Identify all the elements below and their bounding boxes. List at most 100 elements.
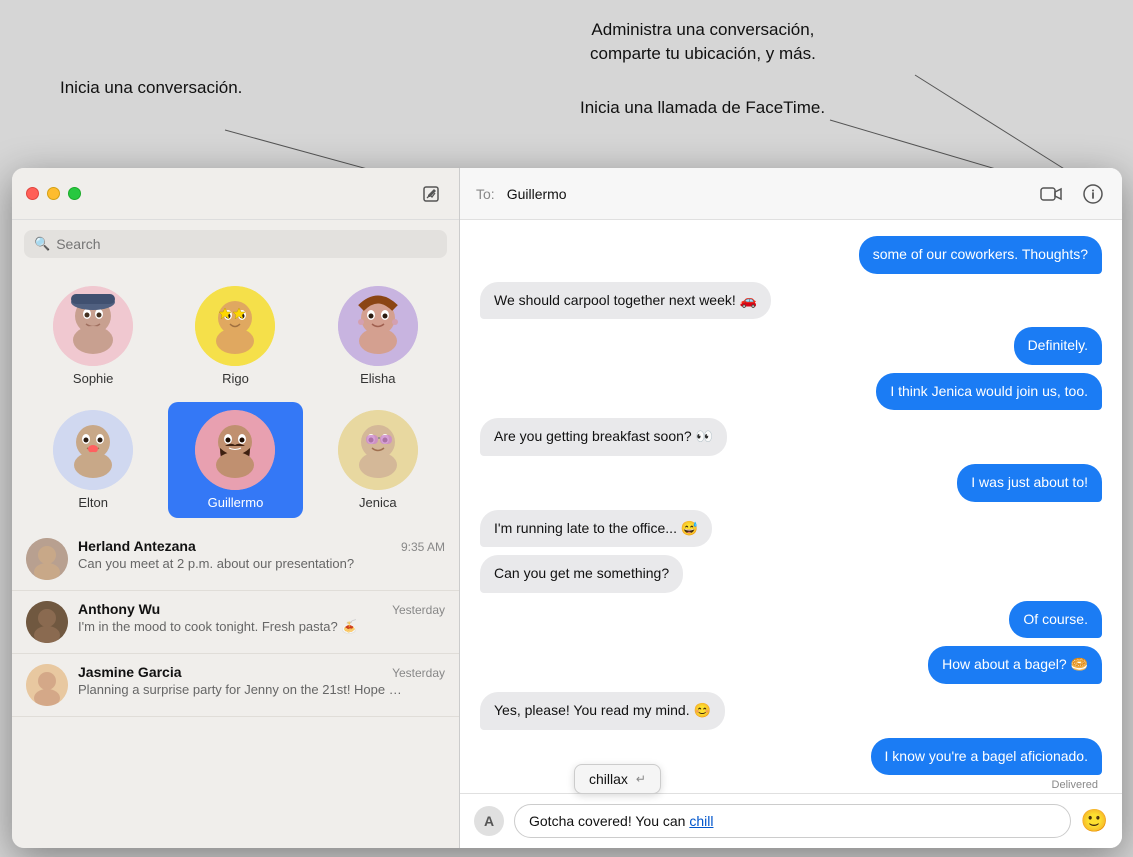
- convo-name-herland: Herland Antezana: [78, 538, 196, 554]
- autocomplete-arrow: ↵: [636, 772, 646, 786]
- convo-preview-anthony: I'm in the mood to cook tonight. Fresh p…: [78, 619, 408, 635]
- elton-memoji: [53, 410, 133, 490]
- contact-jenica[interactable]: Jenica: [311, 402, 445, 518]
- avatar-elton: [53, 410, 133, 490]
- rigo-memoji: [195, 286, 275, 366]
- sophie-memoji: [53, 286, 133, 366]
- convo-jasmine[interactable]: Jasmine Garcia Yesterday Planning a surp…: [12, 654, 459, 717]
- message-8: Can you get me something?: [480, 555, 1102, 593]
- anthony-avatar-img: [26, 601, 68, 643]
- message-2: We should carpool together next week! 🚗: [480, 282, 1102, 320]
- close-button[interactable]: [26, 187, 39, 200]
- chat-input-display[interactable]: Gotcha covered! You can chill: [514, 804, 1071, 838]
- convo-header-jasmine: Jasmine Garcia Yesterday: [78, 664, 445, 680]
- message-11: Yes, please! You read my mind. 😊: [480, 692, 1102, 730]
- chat-messages: some of our coworkers. Thoughts? We shou…: [460, 220, 1122, 793]
- avatar-sophie: [53, 286, 133, 366]
- avatar-rigo: [195, 286, 275, 366]
- emoji-icon: 🙂: [1081, 808, 1108, 833]
- search-icon: 🔍: [34, 236, 50, 252]
- facetime-button[interactable]: [1038, 181, 1064, 207]
- autocomplete-text: chillax: [589, 771, 628, 787]
- conversation-list: Herland Antezana 9:35 AM Can you meet at…: [12, 528, 459, 848]
- bubble-5: Are you getting breakfast soon? 👀: [480, 418, 727, 456]
- input-text-before: Gotcha covered! You can: [529, 813, 689, 829]
- bubble-4: I think Jenica would join us, too.: [876, 373, 1102, 411]
- right-panel: To: Guillermo: [460, 168, 1122, 848]
- chat-input-area: A Gotcha covered! You can chill chillax …: [460, 793, 1122, 848]
- contact-name-elton: Elton: [78, 495, 108, 510]
- contact-name-guillermo: Guillermo: [208, 495, 264, 510]
- contact-sophie[interactable]: Sophie: [26, 278, 160, 394]
- emoji-button[interactable]: 🙂: [1081, 808, 1108, 834]
- bubble-2: We should carpool together next week! 🚗: [480, 282, 771, 320]
- contact-name-elisha: Elisha: [360, 371, 395, 386]
- convo-content-herland: Herland Antezana 9:35 AM Can you meet at…: [78, 538, 445, 571]
- message-10: How about a bagel? 🥯: [480, 646, 1102, 684]
- message-5: Are you getting breakfast soon? 👀: [480, 418, 1102, 456]
- avatar-anthony: [26, 601, 68, 643]
- minimize-button[interactable]: [47, 187, 60, 200]
- message-6: I was just about to!: [480, 464, 1102, 502]
- to-label: To:: [476, 186, 495, 202]
- contact-name-jenica: Jenica: [359, 495, 397, 510]
- traffic-lights: [26, 187, 81, 200]
- avatar-jasmine: [26, 664, 68, 706]
- maximize-button[interactable]: [68, 187, 81, 200]
- convo-time-herland: 9:35 AM: [401, 540, 445, 554]
- annotation-right-mid: Inicia una llamada de FaceTime.: [580, 98, 825, 118]
- bubble-11: Yes, please! You read my mind. 😊: [480, 692, 725, 730]
- guillermo-memoji: [195, 410, 275, 490]
- message-4: I think Jenica would join us, too.: [480, 373, 1102, 411]
- video-icon: [1040, 186, 1062, 202]
- convo-anthony[interactable]: Anthony Wu Yesterday I'm in the mood to …: [12, 591, 459, 654]
- header-actions: [1038, 181, 1106, 207]
- annotation-right-top: Administra una conversación, comparte tu…: [590, 18, 816, 66]
- contact-name-sophie: Sophie: [73, 371, 113, 386]
- bubble-8: Can you get me something?: [480, 555, 683, 593]
- avatar-herland: [26, 538, 68, 580]
- input-text-highlighted: chill: [689, 813, 713, 829]
- contact-rigo[interactable]: Rigo: [168, 278, 302, 394]
- contact-guillermo[interactable]: Guillermo: [168, 402, 302, 518]
- herland-avatar-img: [26, 538, 68, 580]
- bubble-10: How about a bagel? 🥯: [928, 646, 1102, 684]
- search-input[interactable]: [56, 236, 437, 252]
- app-store-icon: A: [484, 813, 494, 829]
- message-7: I'm running late to the office... 😅: [480, 510, 1102, 548]
- bubble-3: Definitely.: [1014, 327, 1102, 365]
- compose-button[interactable]: [417, 180, 445, 208]
- jenica-memoji: [338, 410, 418, 490]
- jasmine-avatar-img: [26, 664, 68, 706]
- chat-input-wrapper: Gotcha covered! You can chill chillax ↵: [514, 804, 1071, 838]
- contact-elton[interactable]: Elton: [26, 402, 160, 518]
- convo-content-jasmine: Jasmine Garcia Yesterday Planning a surp…: [78, 664, 445, 697]
- compose-icon: [422, 185, 440, 203]
- convo-header-herland: Herland Antezana 9:35 AM: [78, 538, 445, 554]
- contact-elisha[interactable]: Elisha: [311, 278, 445, 394]
- convo-time-jasmine: Yesterday: [392, 666, 445, 680]
- info-icon: [1083, 184, 1103, 204]
- message-1: some of our coworkers. Thoughts?: [480, 236, 1102, 274]
- bubble-9: Of course.: [1009, 601, 1102, 639]
- convo-name-anthony: Anthony Wu: [78, 601, 160, 617]
- autocomplete-popup[interactable]: chillax ↵: [574, 764, 661, 794]
- convo-herland[interactable]: Herland Antezana 9:35 AM Can you meet at…: [12, 528, 459, 591]
- contact-name-rigo: Rigo: [222, 371, 249, 386]
- search-bar[interactable]: 🔍: [24, 230, 447, 258]
- avatar-jenica: [338, 410, 418, 490]
- info-button[interactable]: [1080, 181, 1106, 207]
- avatar-elisha: [338, 286, 418, 366]
- annotation-left: Inicia una conversación.: [60, 78, 242, 98]
- convo-content-anthony: Anthony Wu Yesterday I'm in the mood to …: [78, 601, 445, 635]
- contacts-grid: Sophie: [12, 268, 459, 528]
- left-panel: 🔍: [12, 168, 460, 848]
- avatar-guillermo: [195, 410, 275, 490]
- chat-header: To: Guillermo: [460, 168, 1122, 220]
- messages-window: 🔍: [12, 168, 1122, 848]
- bubble-7: I'm running late to the office... 😅: [480, 510, 712, 548]
- app-store-button[interactable]: A: [474, 806, 504, 836]
- bubble-6: I was just about to!: [957, 464, 1102, 502]
- convo-preview-herland: Can you meet at 2 p.m. about our present…: [78, 556, 408, 571]
- message-3: Definitely.: [480, 327, 1102, 365]
